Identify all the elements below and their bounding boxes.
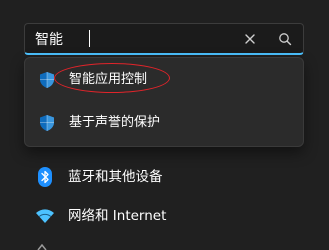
partial-icon: [37, 244, 47, 250]
suggestion-reputation-protection[interactable]: 基于声誉的保护: [25, 103, 303, 143]
nav-item-label: 网络和 Internet: [68, 208, 167, 224]
annotation-ellipse: [54, 63, 170, 93]
search-box[interactable]: [24, 23, 304, 55]
wifi-icon: [36, 209, 54, 223]
shield-icon: [40, 115, 54, 131]
search-icon: [279, 33, 292, 46]
nav-item-network[interactable]: 网络和 Internet: [24, 198, 304, 234]
shield-icon: [40, 72, 54, 88]
suggestion-label: 基于声誉的保护: [69, 115, 161, 130]
text-caret: [89, 30, 90, 47]
nav-item-bluetooth[interactable]: 蓝牙和其他设备: [24, 159, 304, 195]
search-input[interactable]: [35, 29, 225, 49]
nav-item-label: 蓝牙和其他设备: [68, 169, 163, 185]
clear-button[interactable]: [238, 27, 262, 51]
close-icon: [245, 34, 255, 44]
bluetooth-icon: [38, 167, 52, 187]
search-button[interactable]: [273, 27, 297, 51]
